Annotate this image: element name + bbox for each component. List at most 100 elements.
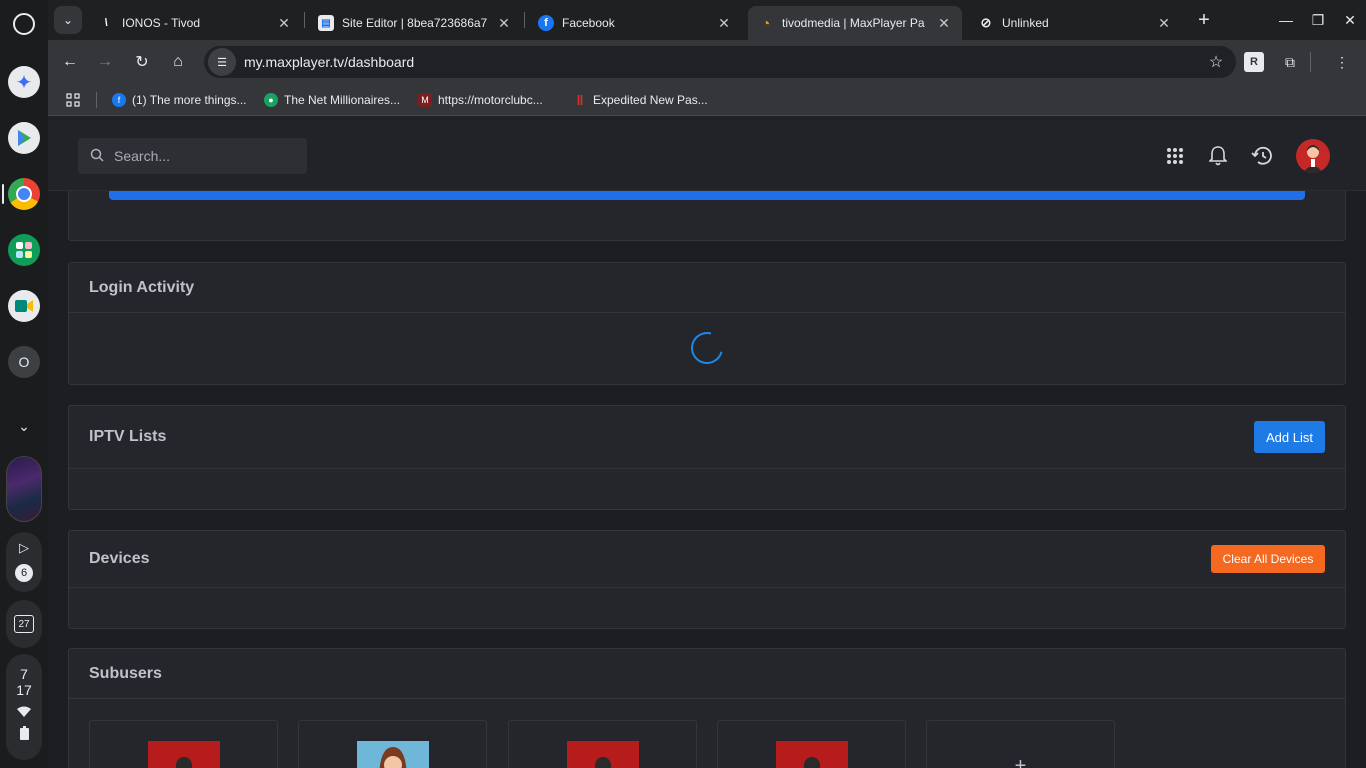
bookmark-facebook[interactable]: f (1) The more things... bbox=[112, 91, 247, 109]
subuser-card[interactable] bbox=[89, 720, 278, 768]
bookmark-passport[interactable]: ‖ Expedited New Pas... bbox=[573, 91, 708, 109]
launcher-icon[interactable] bbox=[13, 13, 35, 35]
add-subuser-card[interactable]: + bbox=[926, 720, 1115, 768]
maxplayer-icon: ◔ bbox=[761, 15, 771, 31]
meet-icon[interactable] bbox=[8, 290, 40, 322]
tab-site-editor[interactable]: ▤ Site Editor | 8bea723686a7 ✕ bbox=[308, 6, 522, 40]
gemini-icon[interactable]: ✦ bbox=[8, 66, 40, 98]
card-header: IPTV Lists bbox=[69, 406, 1345, 469]
tab-title: Site Editor | 8bea723686a7 bbox=[342, 16, 488, 30]
extensions-puzzle-icon[interactable]: ⧉ bbox=[1280, 52, 1300, 72]
reload-icon[interactable]: ↻ bbox=[128, 48, 156, 76]
calendar-tray[interactable]: 27 bbox=[6, 600, 42, 648]
history-icon[interactable] bbox=[1247, 141, 1277, 171]
add-subuser-icon: + bbox=[1014, 755, 1027, 768]
subuser-avatar bbox=[357, 741, 429, 768]
subuser-card[interactable] bbox=[298, 720, 487, 768]
app-header bbox=[48, 121, 1366, 191]
add-list-button[interactable]: Add List bbox=[1254, 421, 1325, 453]
cast-icon: ▷ bbox=[19, 540, 29, 555]
bookmark-label: (1) The more things... bbox=[132, 93, 247, 107]
card-header: Login Activity bbox=[69, 263, 1345, 313]
devices-title: Devices bbox=[89, 550, 150, 567]
minimize-icon[interactable]: — bbox=[1274, 8, 1298, 32]
facebook-icon: f bbox=[112, 93, 126, 107]
facebook-icon: f bbox=[538, 15, 554, 31]
clear-all-devices-button[interactable]: Clear All Devices bbox=[1211, 545, 1325, 573]
home-icon[interactable]: ⌂ bbox=[164, 48, 192, 76]
search-icon bbox=[90, 148, 104, 165]
login-activity-body bbox=[69, 313, 1345, 385]
close-tab-icon[interactable]: ✕ bbox=[1156, 15, 1172, 32]
search-input[interactable] bbox=[114, 148, 284, 164]
login-activity-card: Login Activity bbox=[68, 262, 1346, 385]
play-store-icon[interactable] bbox=[8, 122, 40, 154]
subuser-card[interactable] bbox=[717, 720, 906, 768]
bookmarks-bar: f (1) The more things... ● The Net Milli… bbox=[48, 84, 1366, 116]
avatar[interactable] bbox=[1296, 139, 1330, 173]
wifi-icon bbox=[17, 704, 31, 720]
tab-title: Facebook bbox=[562, 16, 615, 30]
menu-kebab-icon[interactable]: ⋮ bbox=[1332, 52, 1352, 72]
chevron-down-icon[interactable]: ⌄ bbox=[12, 410, 36, 442]
close-tab-icon[interactable]: ✕ bbox=[276, 15, 292, 32]
bookmark-net-millionaires[interactable]: ● The Net Millionaires... bbox=[264, 91, 400, 109]
workspace-icon[interactable] bbox=[8, 234, 40, 266]
iptv-lists-title: IPTV Lists bbox=[89, 428, 167, 445]
motorclub-icon: M bbox=[418, 93, 432, 107]
back-icon[interactable]: ← bbox=[56, 48, 84, 76]
bell-icon[interactable] bbox=[1203, 141, 1233, 171]
tab-search-icon[interactable]: ⌄ bbox=[54, 6, 82, 34]
bookmark-label: Expedited New Pas... bbox=[593, 93, 708, 107]
status-tray[interactable]: 7 17 bbox=[6, 654, 42, 760]
tab-unlinked[interactable]: ⊘ Unlinked ✕ bbox=[968, 6, 1182, 40]
dashboard-page: Login Activity IPTV Lists Add List Devic… bbox=[48, 121, 1366, 768]
bookmark-label: https://motorclubc... bbox=[438, 93, 543, 107]
subusers-title: Subusers bbox=[89, 664, 162, 682]
loading-spinner-icon bbox=[685, 326, 729, 370]
active-app-indicator bbox=[2, 184, 4, 204]
bookmark-motorclub[interactable]: M https://motorclubc... bbox=[418, 91, 543, 109]
app-thumbnail[interactable] bbox=[6, 456, 42, 522]
close-tab-icon[interactable]: ✕ bbox=[936, 15, 952, 32]
iptv-lists-card: IPTV Lists Add List bbox=[68, 405, 1346, 510]
tab-ionos[interactable]: \ IONOS - Tivod ✕ bbox=[88, 6, 302, 40]
apps-grid-icon[interactable] bbox=[66, 91, 80, 109]
passport-icon: ‖ bbox=[576, 92, 584, 108]
clock-minute: 17 bbox=[16, 682, 32, 698]
tab-maxplayer[interactable]: ◔ tivodmedia | MaxPlayer Pa ✕ bbox=[748, 6, 962, 40]
net-millionaires-icon: ● bbox=[264, 93, 278, 107]
subusers-card: Subusers + bbox=[68, 648, 1346, 768]
restore-icon[interactable]: ❐ bbox=[1306, 8, 1330, 32]
devices-card: Devices Clear All Devices bbox=[68, 530, 1346, 629]
browser-toolbar: ← → ↻ ⌂ ☰ my.maxplayer.tv/dashboard ☆ R … bbox=[48, 40, 1366, 84]
media-tray[interactable]: ▷ 6 bbox=[6, 532, 42, 592]
new-tab-button[interactable]: + bbox=[1192, 8, 1216, 32]
subuser-avatar bbox=[776, 741, 848, 768]
close-tab-icon[interactable]: ✕ bbox=[496, 15, 512, 32]
forward-icon[interactable]: → bbox=[91, 48, 119, 76]
unlinked-icon: ⊘ bbox=[980, 15, 992, 30]
site-editor-icon: ▤ bbox=[318, 15, 334, 31]
subuser-card[interactable] bbox=[508, 720, 697, 768]
calendar-day: 27 bbox=[14, 615, 34, 633]
close-window-icon[interactable]: ✕ bbox=[1338, 8, 1362, 32]
bookmark-label: The Net Millionaires... bbox=[284, 93, 401, 107]
os-shelf: ✦ O ⌄ ▷ 6 27 7 17 bbox=[0, 0, 48, 768]
site-info-icon[interactable]: ☰ bbox=[208, 48, 236, 76]
chrome-icon[interactable] bbox=[8, 178, 40, 210]
search-field[interactable] bbox=[78, 138, 307, 174]
apps-grid-icon[interactable] bbox=[1160, 141, 1190, 171]
tab-title: Unlinked bbox=[1002, 16, 1049, 30]
card-header: Subusers bbox=[69, 649, 1345, 699]
profile-o-icon[interactable]: O bbox=[8, 346, 40, 378]
subuser-avatar bbox=[148, 741, 220, 768]
extension-r-icon[interactable]: R bbox=[1244, 52, 1264, 72]
close-tab-icon[interactable]: ✕ bbox=[716, 15, 732, 32]
url-text[interactable]: my.maxplayer.tv/dashboard bbox=[244, 54, 1202, 70]
login-activity-title: Login Activity bbox=[89, 278, 195, 296]
tab-facebook[interactable]: f Facebook ✕ bbox=[528, 6, 742, 40]
tab-title: IONOS - Tivod bbox=[122, 16, 201, 30]
bookmark-star-icon[interactable]: ☆ bbox=[1202, 52, 1230, 72]
address-bar[interactable]: ☰ my.maxplayer.tv/dashboard ☆ bbox=[204, 46, 1236, 78]
